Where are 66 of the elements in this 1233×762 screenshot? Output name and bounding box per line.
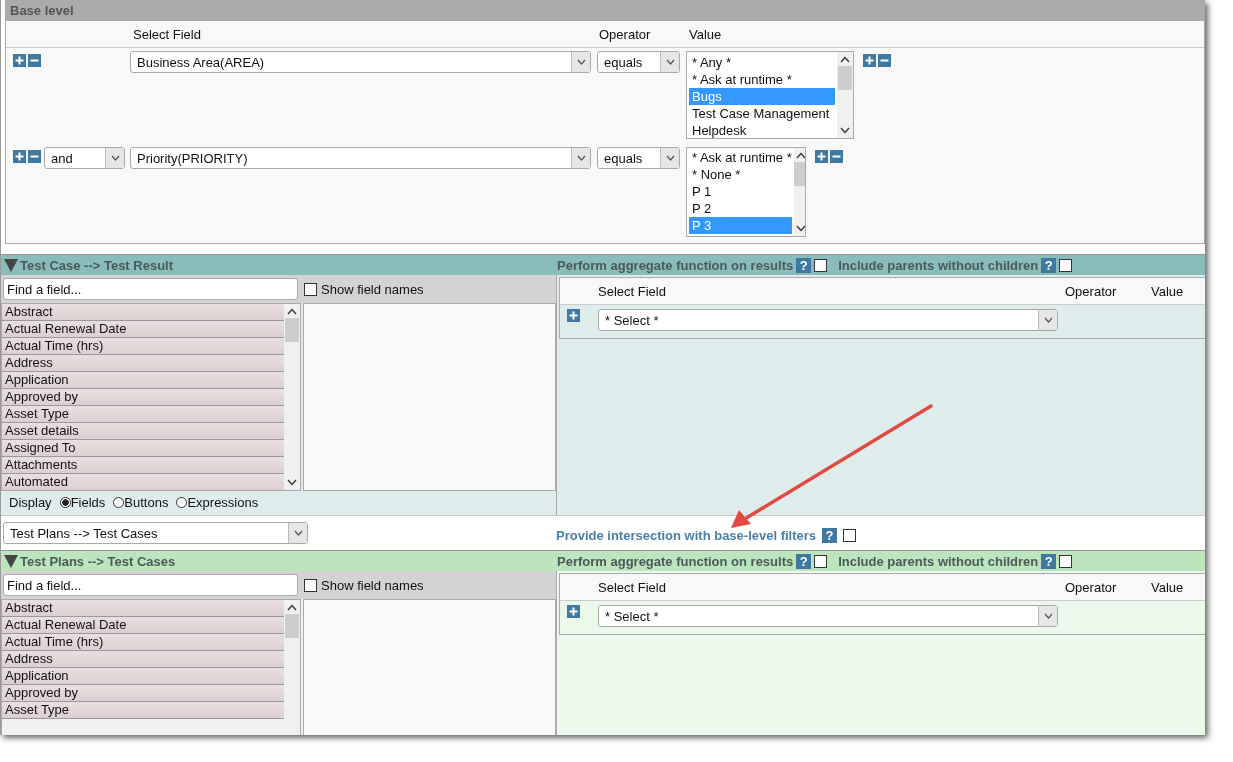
help-button[interactable]: ? — [822, 527, 838, 543]
column-header: Operator — [1065, 283, 1118, 299]
field-list-item[interactable]: Asset Type — [2, 702, 284, 719]
display-label: Display — [9, 494, 52, 510]
column-header: Value — [689, 26, 722, 42]
value-listbox[interactable]: * Any * * Ask at runtime * Bugs Test Case Management Helpdesk — [686, 51, 854, 139]
field-list-item[interactable]: Application — [2, 372, 284, 389]
dropdown[interactable]: equals — [597, 51, 680, 73]
list-option[interactable]: * Ask at runtime * — [689, 71, 835, 88]
list-option[interactable]: Helpdesk — [689, 122, 835, 138]
dropdown[interactable]: Test Plans --> Test Cases — [3, 522, 308, 544]
dropdown[interactable]: and — [44, 147, 125, 169]
column-header: Select Field — [598, 283, 667, 299]
option-label: Include parents without children — [838, 553, 1039, 569]
list-option[interactable]: * Any * — [689, 54, 835, 71]
checkbox-label: Show field names — [321, 281, 424, 297]
option-label: Perform aggregate function on results — [557, 257, 794, 273]
field-list-item[interactable]: Address — [2, 355, 284, 372]
option-label: Perform aggregate function on results — [557, 553, 794, 569]
field-list-item[interactable]: Automated — [2, 474, 284, 490]
dropdown[interactable]: Priority(PRIORITY) — [130, 147, 591, 169]
help-button[interactable]: ? — [796, 553, 812, 569]
dropdown[interactable]: * Select * — [598, 309, 1058, 331]
radio-option[interactable]: Buttons — [113, 494, 169, 510]
field-list-item[interactable]: Abstract — [2, 600, 284, 617]
field-list-item[interactable]: Approved by — [2, 389, 284, 406]
value-listbox[interactable]: * Ask at runtime * * None * P 1 P 2 P 3 — [686, 147, 806, 237]
section-title: Test Case --> Test Result — [20, 257, 174, 273]
field-list-item[interactable]: Actual Time (hrs) — [2, 634, 284, 651]
field-list-item[interactable]: Application — [2, 668, 284, 685]
field-list-item[interactable]: Actual Renewal Date — [2, 321, 284, 338]
field-list-item[interactable]: Abstract — [2, 304, 284, 321]
help-button[interactable]: ? — [1041, 257, 1057, 273]
field-list-item[interactable]: Asset details — [2, 423, 284, 440]
column-header: Select Field — [598, 579, 667, 595]
field-list-item[interactable]: Asset Type — [2, 406, 284, 423]
field-list-item[interactable]: Assigned To — [2, 440, 284, 457]
list-option[interactable]: P 2 — [689, 200, 792, 217]
option-label: Provide intersection with base-level filters — [556, 527, 817, 543]
column-header: Value — [1151, 579, 1184, 595]
field-list-item[interactable]: Actual Time (hrs) — [2, 338, 284, 355]
list-option[interactable]: * None * — [689, 166, 792, 183]
field-list-item[interactable]: Actual Renewal Date — [2, 617, 284, 634]
column-header: Operator — [1065, 579, 1118, 595]
field-list-item[interactable]: Address — [2, 651, 284, 668]
checkbox-label: Show field names — [321, 577, 424, 593]
field-list-item[interactable]: Attachments — [2, 457, 284, 474]
help-button[interactable]: ? — [1041, 553, 1057, 569]
radio-option[interactable]: Expressions — [176, 494, 259, 510]
panel-title: Base level — [10, 3, 74, 18]
list-option[interactable]: Test Case Management — [689, 105, 835, 122]
dropdown[interactable]: equals — [597, 147, 680, 169]
column-header: Select Field — [133, 26, 202, 42]
column-header: Operator — [599, 26, 652, 42]
field-list-item[interactable]: Approved by — [2, 685, 284, 702]
search-field[interactable]: Find a field... — [3, 278, 298, 300]
dropdown[interactable]: * Select * — [598, 605, 1058, 627]
list-option[interactable]: P 1 — [689, 183, 792, 200]
section-title: Test Plans --> Test Cases — [20, 553, 176, 569]
list-option[interactable]: * Ask at runtime * — [689, 149, 792, 166]
search-field[interactable]: Find a field... — [3, 574, 298, 596]
column-header: Value — [1151, 283, 1184, 299]
help-button[interactable]: ? — [796, 257, 812, 273]
radio-option[interactable]: Fields — [59, 494, 106, 510]
option-label: Include parents without children — [838, 257, 1039, 273]
dropdown[interactable]: Business Area(AREA) — [130, 51, 591, 73]
